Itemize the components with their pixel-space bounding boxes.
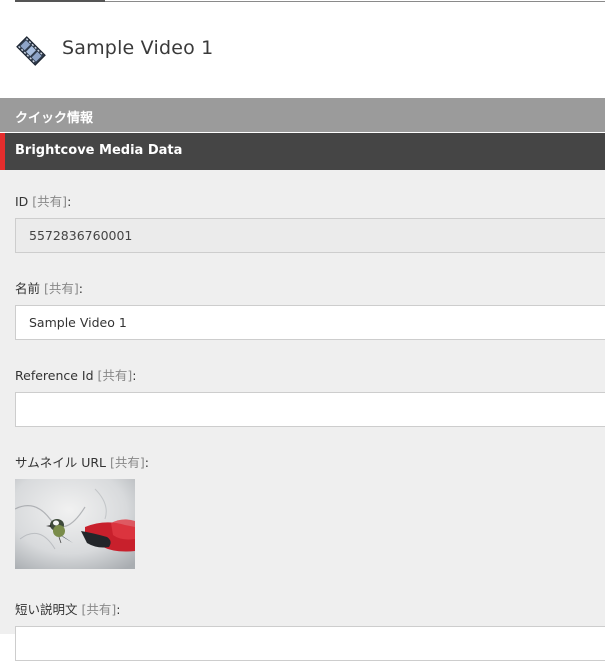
section-brightcove-media-data[interactable]: Brightcove Media Data <box>0 133 605 170</box>
item-header: Sample Video 1 <box>0 3 605 98</box>
thumbnail-url-field-label: サムネイル URL [共有]: <box>15 452 149 471</box>
section-quick-info[interactable]: クイック情報 <box>0 98 605 132</box>
id-label-text: ID <box>15 194 29 209</box>
reference-id-field-label: Reference Id [共有]: <box>15 365 137 384</box>
active-tab-indicator[interactable] <box>15 0 105 2</box>
name-shared-tag: [共有] <box>44 281 79 296</box>
reference-id-label-text: Reference Id <box>15 368 94 383</box>
name-field[interactable]: Sample Video 1 <box>15 305 605 340</box>
id-field: 5572836760001 <box>15 218 605 253</box>
short-description-field-label: 短い説明文 [共有]: <box>15 599 120 618</box>
field-panel: ID [共有]: 5572836760001 名前 [共有]: Sample V… <box>0 170 605 661</box>
thumbnail-url-shared-tag: [共有] <box>110 455 145 470</box>
short-description-field[interactable] <box>15 626 605 661</box>
thumbnail-url-label-colon: : <box>144 455 149 470</box>
name-label-text: 名前 <box>15 281 41 296</box>
section-accent-bar <box>0 133 5 170</box>
reference-id-label-colon: : <box>132 368 137 383</box>
id-field-label: ID [共有]: <box>15 191 71 210</box>
item-title: Sample Video 1 <box>62 37 214 59</box>
name-label-colon: : <box>78 281 83 296</box>
short-description-shared-tag: [共有] <box>81 602 117 617</box>
short-description-label-colon: : <box>116 602 121 617</box>
thumbnail-image <box>15 479 135 569</box>
name-field-label: 名前 [共有]: <box>15 278 83 297</box>
film-strip-icon <box>14 34 48 68</box>
tab-bar-divider <box>105 1 605 2</box>
section-brightcove-label: Brightcove Media Data <box>15 143 183 158</box>
id-shared-tag: [共有] <box>32 194 68 209</box>
section-quick-info-label: クイック情報 <box>15 111 94 126</box>
reference-id-shared-tag: [共有] <box>97 368 133 383</box>
short-description-label-text: 短い説明文 <box>15 602 78 617</box>
reference-id-field[interactable] <box>15 392 605 427</box>
thumbnail-url-label-text: サムネイル URL <box>15 455 107 470</box>
id-label-colon: : <box>67 194 72 209</box>
